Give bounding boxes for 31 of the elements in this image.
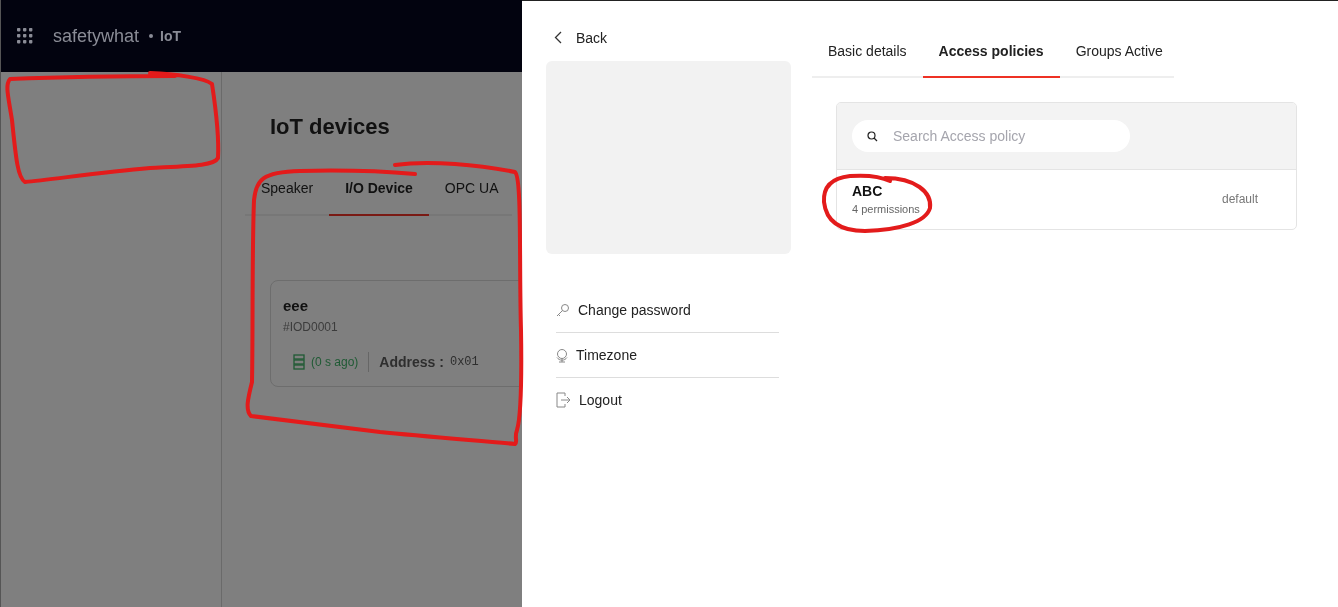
policy-row[interactable]: ABC 4 permissions default [837, 170, 1296, 229]
menu-item[interactable]: Logout [556, 378, 779, 422]
address-value: 0x01 [449, 355, 479, 369]
policy-tag: default [1221, 192, 1258, 206]
device-tab[interactable]: OPC UA [428, 168, 515, 216]
status-time: (0 s ago) [311, 355, 359, 369]
back-button[interactable]: Back [546, 29, 608, 46]
menu-item[interactable]: Timezone [556, 333, 779, 378]
search-icon [867, 131, 878, 142]
section-name: IoT [160, 28, 182, 44]
brand-logo[interactable]: safetywhat [53, 25, 140, 47]
policy-name: ABC [852, 183, 884, 199]
device-tab[interactable]: Speaker [245, 168, 330, 216]
logout-icon [556, 392, 571, 408]
server-stack-icon [293, 354, 305, 370]
address-label: Address : [379, 354, 444, 370]
page-title: IoT devices [270, 114, 391, 140]
permission-count: 4 permissions [852, 203, 920, 215]
drawer-tab[interactable]: Access policies [922, 33, 1060, 78]
search-field[interactable]: Search Access policy [852, 120, 1130, 152]
globe-icon [556, 347, 568, 363]
menu-item[interactable]: Change password [556, 288, 779, 333]
device-tab[interactable]: I/O Device [329, 168, 429, 216]
key-icon [556, 303, 570, 317]
app-grid-icon[interactable] [17, 28, 33, 44]
device-name: eee [283, 297, 310, 314]
separator-dot [149, 34, 154, 38]
drawer-tab[interactable]: Basic details [812, 33, 923, 78]
chevron-left-icon [554, 31, 562, 44]
device-id: #IOD0001 [283, 320, 339, 334]
drawer-tab[interactable]: Groups Active [1059, 33, 1179, 78]
